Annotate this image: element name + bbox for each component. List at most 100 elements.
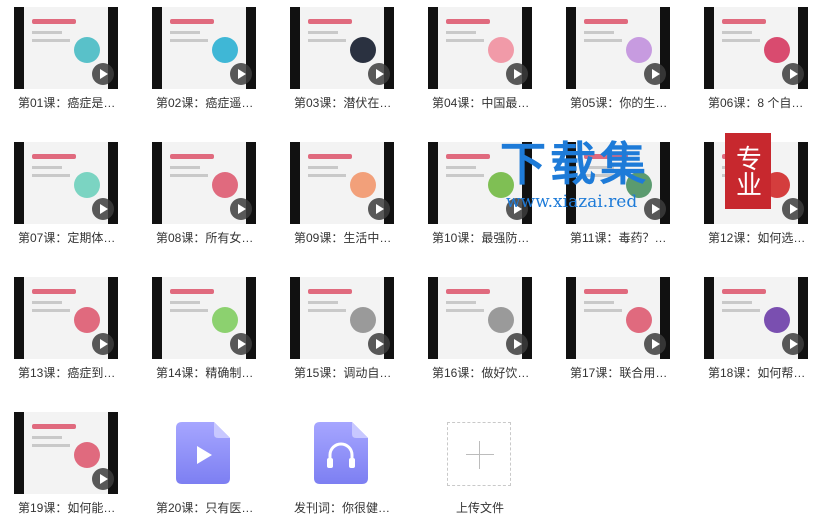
lesson-label[interactable]: 第14课：精确制…: [156, 364, 260, 381]
slide-text-line: [170, 309, 208, 312]
lesson-tile[interactable]: 第13课：癌症到…: [0, 270, 118, 382]
play-icon[interactable]: [368, 333, 390, 355]
lesson-tile[interactable]: 第04课：中国最…: [414, 0, 532, 112]
lesson-tile[interactable]: 第12课：如何选…: [690, 135, 808, 247]
video-thumbnail[interactable]: [14, 142, 118, 224]
slide-text-line: [446, 309, 484, 312]
slide-text-line: [170, 174, 208, 177]
play-icon[interactable]: [644, 333, 666, 355]
play-icon[interactable]: [506, 333, 528, 355]
lesson-tile[interactable]: 第16课：做好饮…: [414, 270, 532, 382]
slide-title-line: [170, 154, 214, 159]
lesson-label[interactable]: 第09课：生活中…: [294, 229, 398, 246]
lesson-label[interactable]: 第15课：调动自…: [294, 364, 398, 381]
lesson-tile[interactable]: 第05课：你的生…: [552, 0, 670, 112]
play-icon[interactable]: [92, 198, 114, 220]
lesson-tile[interactable]: 第11课：毒药？…: [552, 135, 670, 247]
lesson-label[interactable]: 第05课：你的生…: [570, 94, 674, 111]
lesson-tile[interactable]: 第10课：最强防…: [414, 135, 532, 247]
play-icon[interactable]: [92, 63, 114, 85]
video-thumbnail[interactable]: [428, 7, 532, 89]
play-icon[interactable]: [368, 63, 390, 85]
lesson-label[interactable]: 第17课：联合用…: [570, 364, 674, 381]
lesson-tile[interactable]: 第08课：所有女…: [138, 135, 256, 247]
slide-graphic: [212, 307, 238, 333]
lesson-label[interactable]: 第11课：毒药？…: [570, 229, 674, 246]
play-icon[interactable]: [230, 333, 252, 355]
slide-graphic: [74, 307, 100, 333]
slide-title-line: [32, 19, 76, 24]
video-thumbnail[interactable]: [290, 142, 394, 224]
video-thumbnail[interactable]: [428, 277, 532, 359]
play-icon[interactable]: [506, 198, 528, 220]
slide-text-line: [170, 31, 200, 34]
video-thumbnail[interactable]: [704, 7, 808, 89]
lesson-label[interactable]: 第01课：癌症是…: [18, 94, 122, 111]
lesson-tile[interactable]: 第01课：癌症是…: [0, 0, 118, 112]
video-thumbnail[interactable]: [14, 277, 118, 359]
lesson-label[interactable]: 第19课：如何能…: [18, 499, 122, 516]
lesson-tile[interactable]: 第15课：调动自…: [276, 270, 394, 382]
file-tile[interactable]: 第20课：只有医…: [138, 405, 253, 517]
video-thumbnail[interactable]: [428, 142, 532, 224]
lesson-label[interactable]: 第10课：最强防…: [432, 229, 536, 246]
lesson-label[interactable]: 第02课：癌症遥…: [156, 94, 260, 111]
slide-text-line: [584, 39, 622, 42]
upload-label[interactable]: 上传文件: [456, 499, 560, 516]
lesson-label[interactable]: 第08课：所有女…: [156, 229, 260, 246]
lesson-tile[interactable]: 第19课：如何能…: [0, 405, 118, 517]
play-icon[interactable]: [92, 333, 114, 355]
video-thumbnail[interactable]: [290, 277, 394, 359]
lesson-label[interactable]: 第16课：做好饮…: [432, 364, 536, 381]
slide-graphic: [626, 172, 652, 198]
video-thumbnail[interactable]: [152, 7, 256, 89]
video-thumbnail[interactable]: [704, 142, 808, 224]
play-icon[interactable]: [782, 198, 804, 220]
play-icon[interactable]: [230, 198, 252, 220]
slide-title-line: [584, 19, 628, 24]
video-thumbnail[interactable]: [566, 7, 670, 89]
video-thumbnail[interactable]: [14, 7, 118, 89]
video-thumbnail[interactable]: [14, 412, 118, 494]
file-label[interactable]: 发刊词：你很健…: [294, 499, 398, 516]
play-icon[interactable]: [644, 198, 666, 220]
lesson-tile[interactable]: 第07课：定期体…: [0, 135, 118, 247]
video-thumbnail[interactable]: [704, 277, 808, 359]
lesson-tile[interactable]: 第18课：如何帮…: [690, 270, 808, 382]
slide-text-line: [308, 309, 346, 312]
slide-text-line: [446, 166, 476, 169]
file-tile[interactable]: 发刊词：你很健…: [276, 405, 390, 517]
lesson-label[interactable]: 第13课：癌症到…: [18, 364, 122, 381]
play-icon[interactable]: [92, 468, 114, 490]
lesson-label[interactable]: 第04课：中国最…: [432, 94, 536, 111]
video-thumbnail[interactable]: [566, 142, 670, 224]
lesson-tile[interactable]: 第06课：8 个自…: [690, 0, 808, 112]
lesson-label[interactable]: 第18课：如何帮…: [708, 364, 812, 381]
play-icon[interactable]: [230, 63, 252, 85]
lesson-label[interactable]: 第06课：8 个自…: [708, 94, 812, 111]
lesson-tile[interactable]: 第14课：精确制…: [138, 270, 256, 382]
slide-text-line: [722, 174, 760, 177]
video-thumbnail[interactable]: [566, 277, 670, 359]
play-icon[interactable]: [782, 333, 804, 355]
play-icon[interactable]: [506, 63, 528, 85]
play-icon[interactable]: [782, 63, 804, 85]
slide-text-line: [584, 174, 622, 177]
lesson-tile[interactable]: 第03课：潜伏在…: [276, 0, 394, 112]
slide-title-line: [308, 154, 352, 159]
slide-text-line: [308, 166, 338, 169]
lesson-tile[interactable]: 第02课：癌症遥…: [138, 0, 256, 112]
file-label[interactable]: 第20课：只有医…: [156, 499, 260, 516]
slide-graphic: [626, 307, 652, 333]
lesson-label[interactable]: 第03课：潜伏在…: [294, 94, 398, 111]
lesson-label[interactable]: 第12课：如何选…: [708, 229, 812, 246]
upload-tile[interactable]: 上传文件: [414, 405, 518, 517]
play-icon[interactable]: [368, 198, 390, 220]
lesson-tile[interactable]: 第17课：联合用…: [552, 270, 670, 382]
video-thumbnail[interactable]: [152, 277, 256, 359]
video-thumbnail[interactable]: [290, 7, 394, 89]
video-thumbnail[interactable]: [152, 142, 256, 224]
play-icon[interactable]: [644, 63, 666, 85]
lesson-label[interactable]: 第07课：定期体…: [18, 229, 122, 246]
lesson-tile[interactable]: 第09课：生活中…: [276, 135, 394, 247]
